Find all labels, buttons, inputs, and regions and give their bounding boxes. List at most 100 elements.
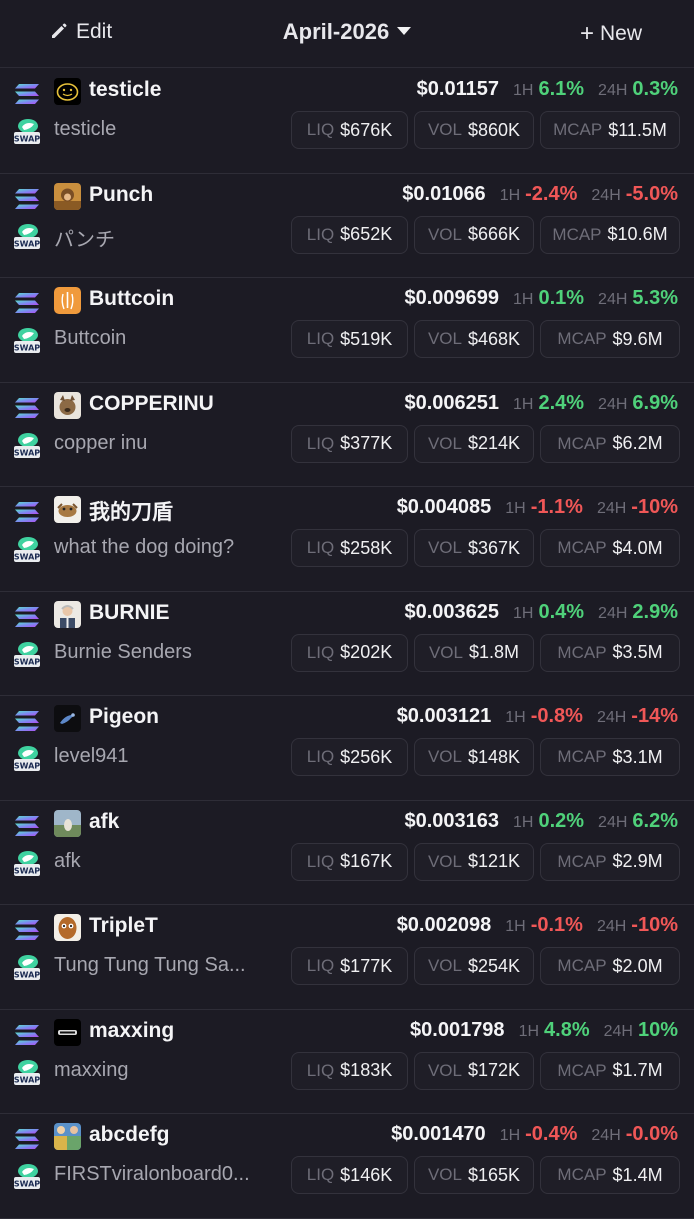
price-change-group: $0.002098 1H -0.1% 24H -10% [397,914,678,937]
h24-label: 24H [598,395,628,413]
swap-text: SWAP [14,135,40,144]
price-change-group: $0.009699 1H 0.1% 24H 5.3% [404,287,678,310]
mcap-value: $2.0M [612,955,663,976]
token-price: $0.003163 [404,809,499,832]
token-row[interactable]: SWAP testicle testicle $0.01157 1H 6.1% 24H 0.3… [0,69,694,174]
token-price: $0.002098 [396,914,492,936]
token-price: $0.01157 [416,78,499,100]
h24-label: 24H [598,82,628,99]
mcap-value: $3.1M [612,746,663,767]
solana-icon [14,501,40,523]
mcap-value: $1.4M [612,1164,663,1185]
liq-label: LIQ [306,747,335,766]
vol-label: VOL [427,1165,462,1184]
edit-button[interactable]: Edit [50,20,112,44]
swap-icon: SWAP [14,222,40,250]
token-name: パンチ [54,228,115,251]
token-row[interactable]: SWAP abcdefg FIRSTviralonboard0... $0.00147… [0,1114,694,1219]
token-symbol: abcdefg [89,1123,170,1146]
price-change-group: $0.01066 1H -2.4% 24H -5.0% [402,183,678,206]
token-name: FIRSTviralonboard0... [54,1163,250,1185]
pigeon-avatar [54,705,81,732]
h1-change: 2.4% [538,391,585,414]
vol-value: $468K [467,328,521,349]
mcap-pill: MCAP $11.5M [540,111,680,149]
mcap-value: $4.0M [612,537,663,558]
h24-label: 24H [603,1022,633,1040]
token-row[interactable]: SWAP Buttcoin Buttcoin $0.009699 1H 0.1% 24H 5.… [0,278,694,383]
liq-label: LIQ [306,851,335,871]
solana-icon [14,83,40,105]
swap-icon: SWAP [14,535,40,563]
vol-label: VOL [427,433,462,453]
h1-change: -0.8% [530,705,583,727]
vol-label: VOL [427,851,462,871]
h1-label: 1H [499,1127,521,1144]
vol-value: $172K [467,1060,521,1080]
volume-pill: VOL $172K [414,1051,534,1090]
token-name: maxxing [54,1058,129,1081]
man-avatar [54,600,81,628]
liq-value: $258K [340,537,393,558]
token-price: $0.001798 [410,1018,505,1041]
mcap-pill: MCAP $6.2M [540,424,680,463]
token-price: $0.01066 [402,182,486,205]
edit-label: Edit [76,20,113,43]
token-symbol: Punch [89,182,154,206]
h24-change: -14% [631,705,678,727]
liquidity-pill: LIQ $258K [291,529,408,567]
swap-icon: SWAP [14,953,40,981]
month-dropdown[interactable]: April-2026 [282,19,412,44]
dog-cartoon-avatar [54,496,81,523]
token-row[interactable]: SWAP Pigeon level941 $0.003121 1H -0.8% 24H -14… [0,696,694,801]
token-row[interactable]: SWAP afk afk $0.003163 1H 0.2% 24H 6.2% LIQ $167K… [0,801,694,905]
new-button[interactable]: + New [580,20,642,48]
mcap-pill: MCAP $1.7M [540,1051,680,1090]
token-price: $0.009699 [404,287,499,309]
vol-label: VOL [427,1060,462,1080]
volume-pill: VOL $367K [414,529,534,567]
volume-pill: VOL $165K [414,1156,534,1194]
swap-text: SWAP [14,657,40,666]
vol-label: VOL [427,329,462,348]
token-row[interactable]: SWAP maxxing maxxing $0.001798 1H 4.8% 24H 10% L… [0,1010,694,1114]
solana-icon [14,1024,40,1046]
h24-label: 24H [598,813,628,831]
liq-value: $519K [340,328,393,349]
volume-pill: VOL $1.8M [414,633,534,672]
vol-label: VOL [427,747,462,766]
swap-text: SWAP [14,1075,40,1084]
month-label: April-2026 [282,19,390,44]
token-row[interactable]: SWAP TripleT Tung Tung Tung Sa... $0.002098… [0,905,694,1010]
volume-pill: VOL $666K [414,215,534,254]
buttcoin-avatar [54,287,81,314]
swap-icon: SWAP [14,326,40,354]
token-price: $0.006251 [404,391,499,414]
vol-label: VOL [428,642,463,662]
swap-text: SWAP [14,448,40,457]
h24-change: 5.3% [632,287,678,309]
mcap-label: MCAP [557,329,607,348]
vol-label: VOL [427,538,462,557]
liq-label: LIQ [306,1165,335,1184]
h24-change: -10% [631,914,678,936]
h24-label: 24H [596,709,627,726]
solana-icon [14,397,40,419]
vol-value: $121K [467,851,521,871]
token-row[interactable]: SWAP COPPERINU copper inu $0.006251 1H 2.4% 24… [0,383,694,487]
token-name: copper inu [54,431,148,454]
mcap-value: $10.6M [607,224,668,244]
h1-label: 1H [513,82,534,99]
token-name: level941 [54,745,129,767]
mcap-pill: MCAP $4.0M [540,529,680,567]
token-row[interactable]: SWAP BURNIE Burnie Senders $0.003625 1H 0.4% 2… [0,592,694,696]
mcap-label: MCAP [557,747,607,766]
h24-change: -10% [631,496,678,518]
token-row[interactable]: SWAP Punch パンチ $0.01066 1H -2.4% 24H -5.0% LIQ $6… [0,174,694,278]
liq-value: $676K [340,119,393,140]
token-row[interactable]: SWAP 我的刀盾 what the dog doing? $0.004085 1H -1… [0,487,694,592]
liq-label: LIQ [306,642,335,662]
h1-label: 1H [513,813,534,831]
h1-label: 1H [513,291,534,308]
volume-pill: VOL $860K [414,111,534,149]
